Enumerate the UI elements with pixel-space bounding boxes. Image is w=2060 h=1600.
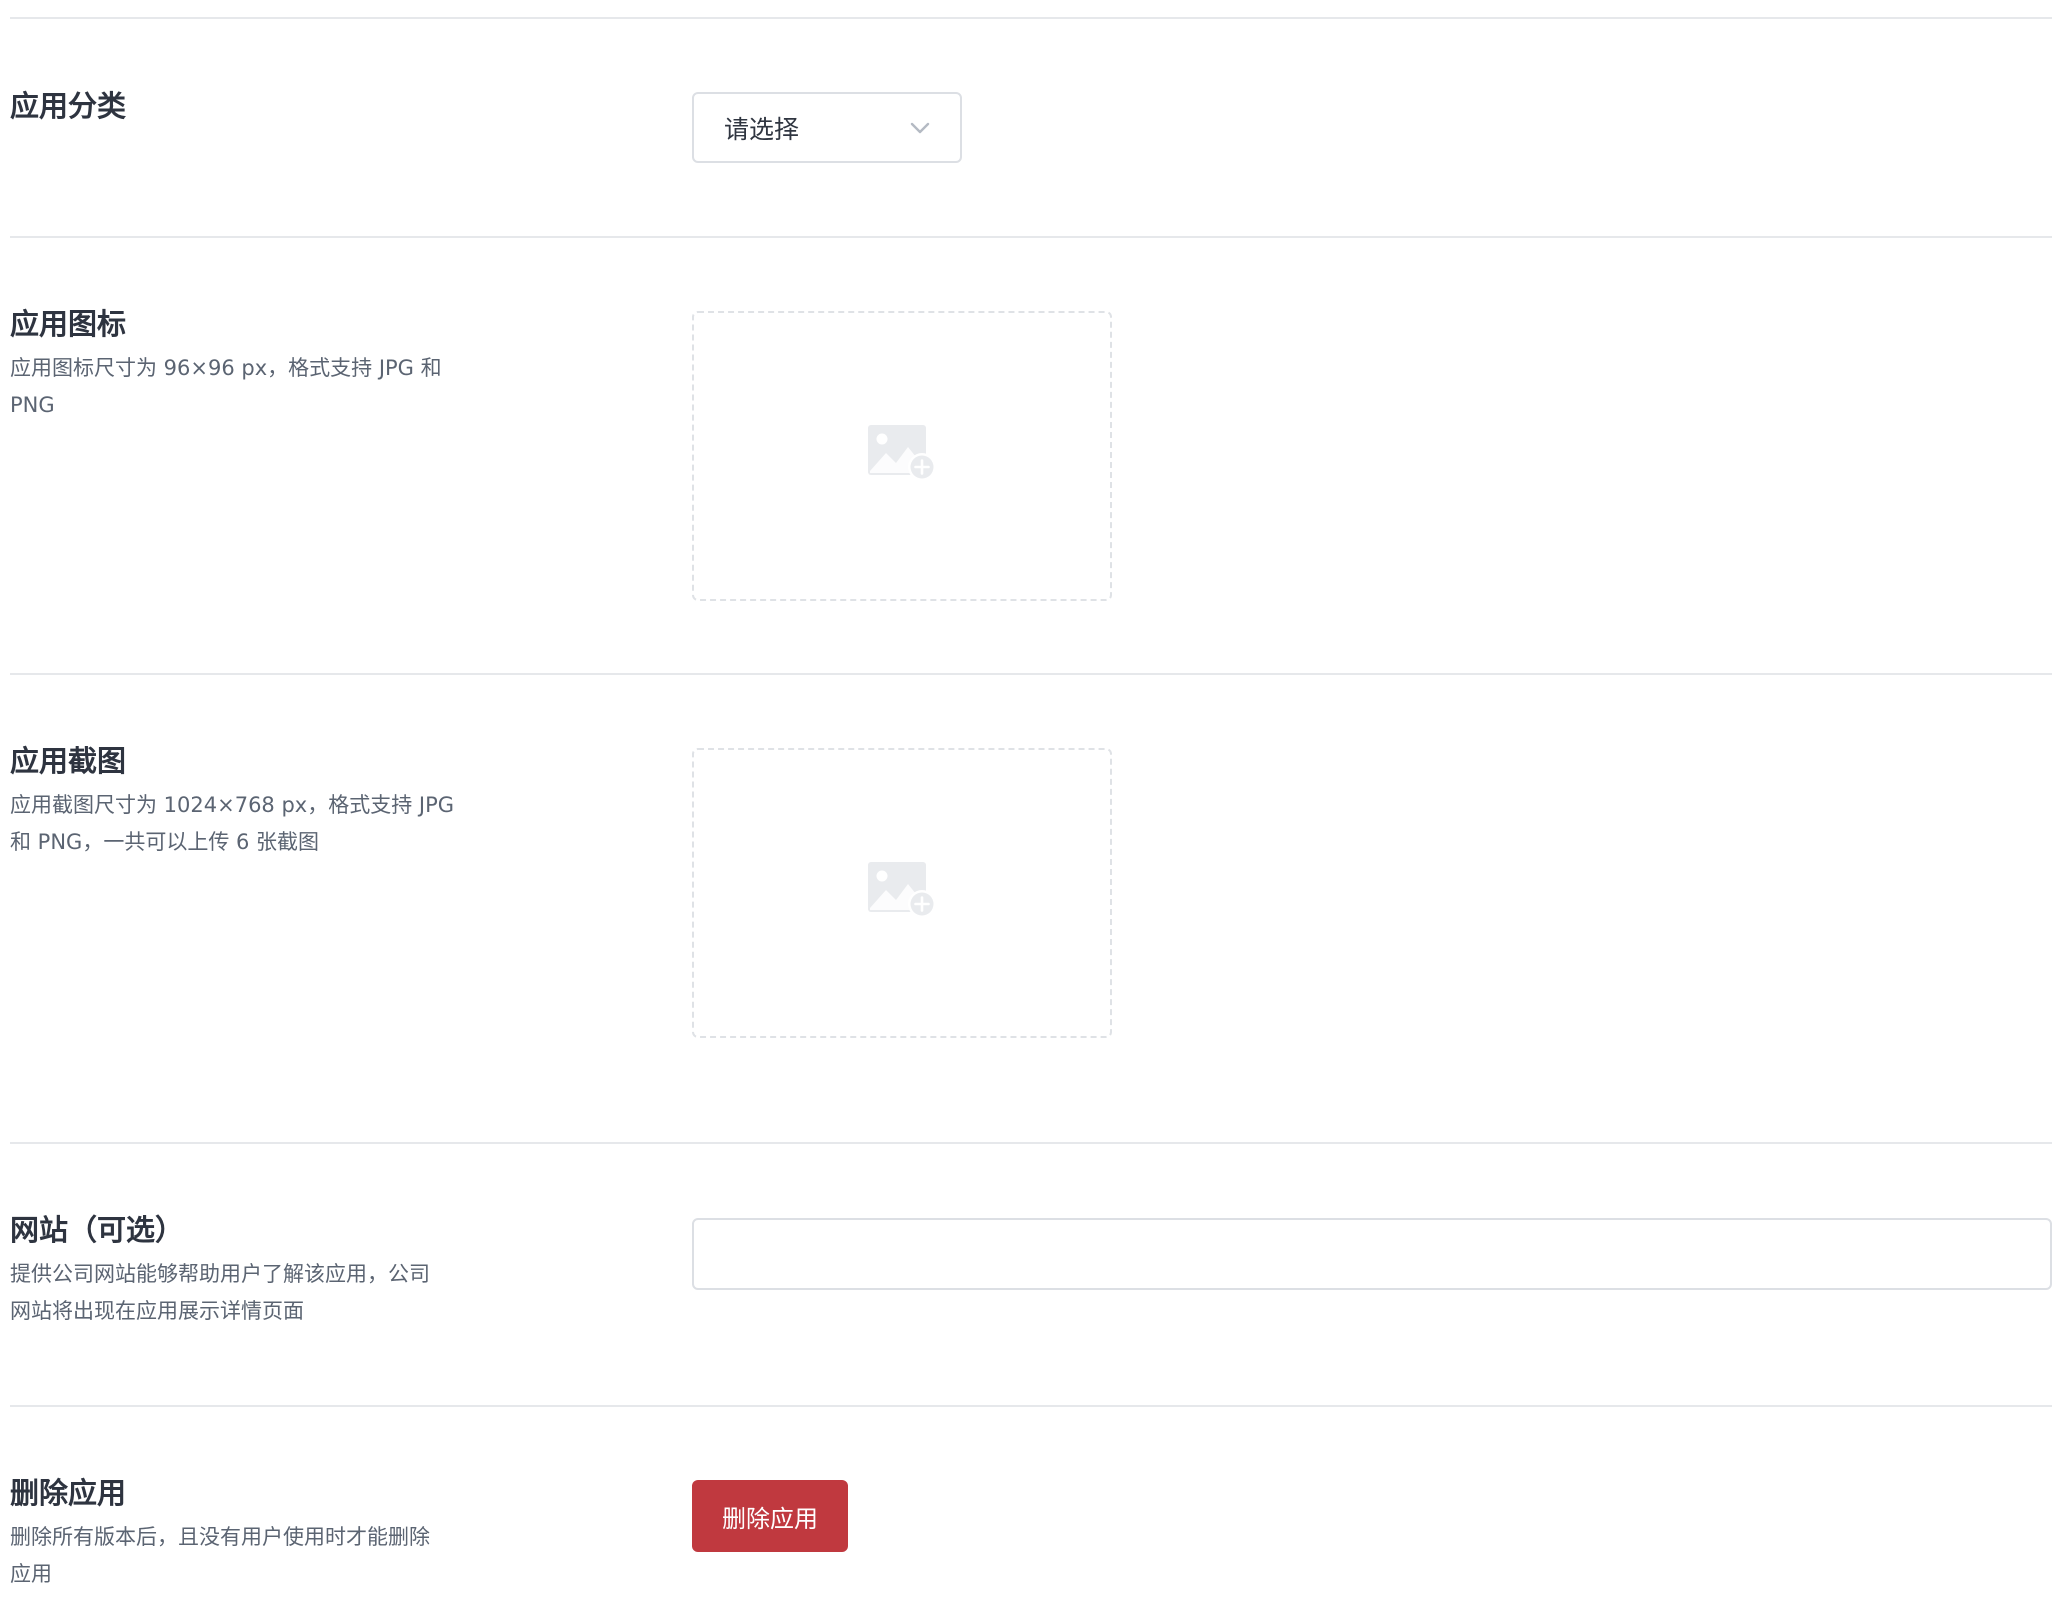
screenshots-description: 应用截图尺寸为 1024×768 px，格式支持 JPG 和 PNG，一共可以上… [10, 787, 470, 861]
category-label-group: 应用分类 [10, 86, 470, 126]
delete-app-description: 删除所有版本后，且没有用户使用时才能删除 应用 [10, 1519, 470, 1593]
website-description-line: 网站将出现在应用展示详情页面 [10, 1299, 304, 1323]
delete-app-label-group: 删除应用 删除所有版本后，且没有用户使用时才能删除 应用 [10, 1473, 470, 1593]
divider [10, 17, 2052, 19]
divider [10, 1405, 2052, 1407]
website-input[interactable] [692, 1218, 2052, 1290]
image-add-icon [866, 423, 938, 489]
chevron-down-icon [910, 118, 930, 138]
screenshots-uploader[interactable] [692, 748, 1112, 1038]
screenshots-label-group: 应用截图 应用截图尺寸为 1024×768 px，格式支持 JPG 和 PNG，… [10, 741, 470, 861]
delete-app-button[interactable]: 删除应用 [692, 1480, 848, 1552]
divider [10, 1142, 2052, 1144]
website-description-line: 提供公司网站能够帮助用户了解该应用，公司 [10, 1262, 430, 1286]
website-description: 提供公司网站能够帮助用户了解该应用，公司 网站将出现在应用展示详情页面 [10, 1256, 470, 1330]
app-icon-description: 应用图标尺寸为 96×96 px，格式支持 JPG 和 PNG [10, 350, 470, 424]
category-title: 应用分类 [10, 89, 127, 123]
app-icon-uploader[interactable] [692, 311, 1112, 601]
app-icon-label-group: 应用图标 应用图标尺寸为 96×96 px，格式支持 JPG 和 PNG [10, 304, 470, 424]
app-icon-description-line: 应用图标尺寸为 96×96 px，格式支持 JPG 和 [10, 356, 442, 380]
screenshots-description-line: 和 PNG，一共可以上传 6 张截图 [10, 830, 320, 854]
category-select-value: 请选择 [724, 114, 800, 144]
website-title: 网站（可选） [10, 1213, 185, 1247]
website-label-group: 网站（可选） 提供公司网站能够帮助用户了解该应用，公司 网站将出现在应用展示详情… [10, 1210, 470, 1330]
delete-app-description-line: 删除所有版本后，且没有用户使用时才能删除 [10, 1525, 430, 1549]
divider [10, 236, 2052, 238]
delete-app-title: 删除应用 [10, 1476, 127, 1510]
image-add-icon [866, 860, 938, 926]
delete-app-description-line: 应用 [10, 1562, 52, 1586]
app-icon-title: 应用图标 [10, 307, 127, 341]
screenshots-title: 应用截图 [10, 744, 127, 778]
category-select[interactable]: 请选择 [692, 92, 962, 163]
app-icon-description-line: PNG [10, 393, 55, 417]
divider [10, 673, 2052, 675]
app-settings-form: 应用分类 请选择 应用图标 应用图标尺寸为 96×96 px，格式支持 JPG … [0, 0, 2060, 1600]
screenshots-description-line: 应用截图尺寸为 1024×768 px，格式支持 JPG [10, 793, 455, 817]
